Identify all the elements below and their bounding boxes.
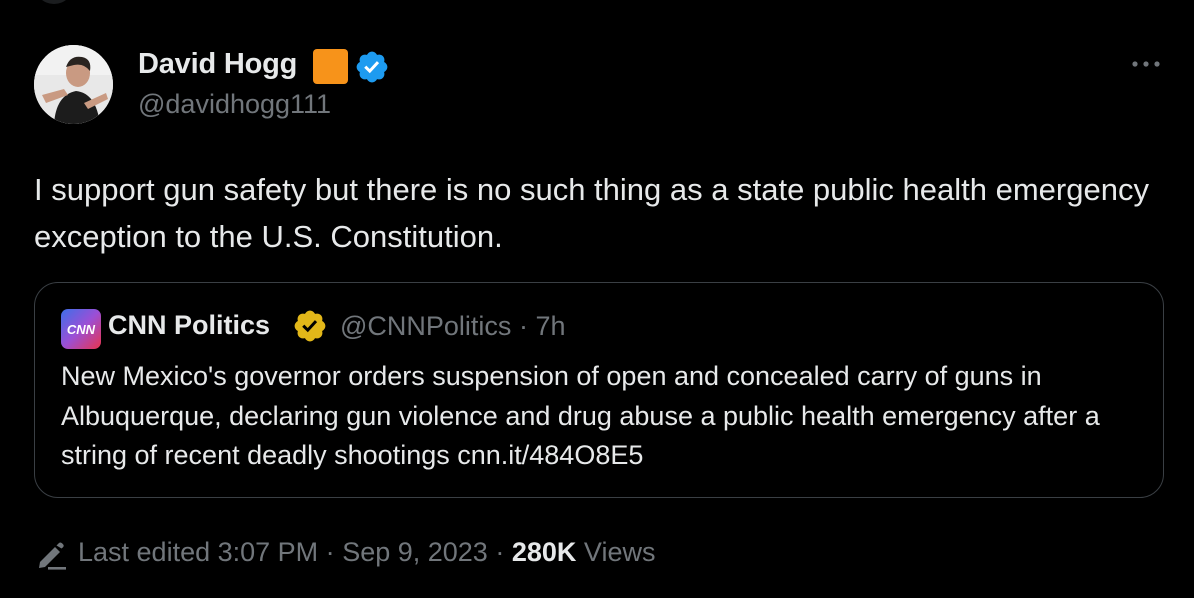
cnn-logo-text: CNN	[67, 322, 96, 337]
cnn-logo-avatar[interactable]: CNN	[61, 309, 101, 349]
tweet-text: I support gun safety but there is no suc…	[34, 172, 1149, 254]
views-count[interactable]: 280K	[512, 537, 577, 567]
last-edited-label[interactable]: Last edited 3:07 PM	[78, 537, 318, 567]
avatar[interactable]	[34, 45, 113, 124]
cnn-logo-icon: CNN	[61, 309, 101, 349]
avatar-image	[34, 45, 113, 124]
verified-badge-icon[interactable]	[354, 49, 390, 85]
more-horizontal-icon[interactable]	[1128, 56, 1164, 72]
footer-separator: ·	[325, 537, 335, 567]
previous-avatar-edge	[34, 0, 74, 4]
quote-meta: @CNNPolitics · 7h	[340, 311, 566, 342]
affiliate-badge-icon	[313, 49, 348, 84]
quote-meta-separator: ·	[518, 311, 528, 341]
quote-text: New Mexico's governor orders suspension …	[61, 361, 1100, 470]
author-handle[interactable]: @davidhogg111	[138, 89, 331, 120]
author-display-name[interactable]: David Hogg	[138, 48, 297, 81]
footer-separator: ·	[495, 537, 505, 567]
tweet-date[interactable]: Sep 9, 2023	[342, 537, 488, 567]
gold-verified-badge-icon[interactable]	[292, 308, 328, 344]
quote-handle[interactable]: @CNNPolitics	[340, 311, 511, 341]
quote-timestamp[interactable]: 7h	[535, 311, 565, 341]
views-label: Views	[583, 537, 656, 567]
pencil-edit-icon	[39, 542, 66, 570]
quote-author-name[interactable]: CNN Politics	[108, 310, 270, 341]
tweet-footer: Last edited 3:07 PM · Sep 9, 2023 · 280K…	[78, 537, 655, 568]
